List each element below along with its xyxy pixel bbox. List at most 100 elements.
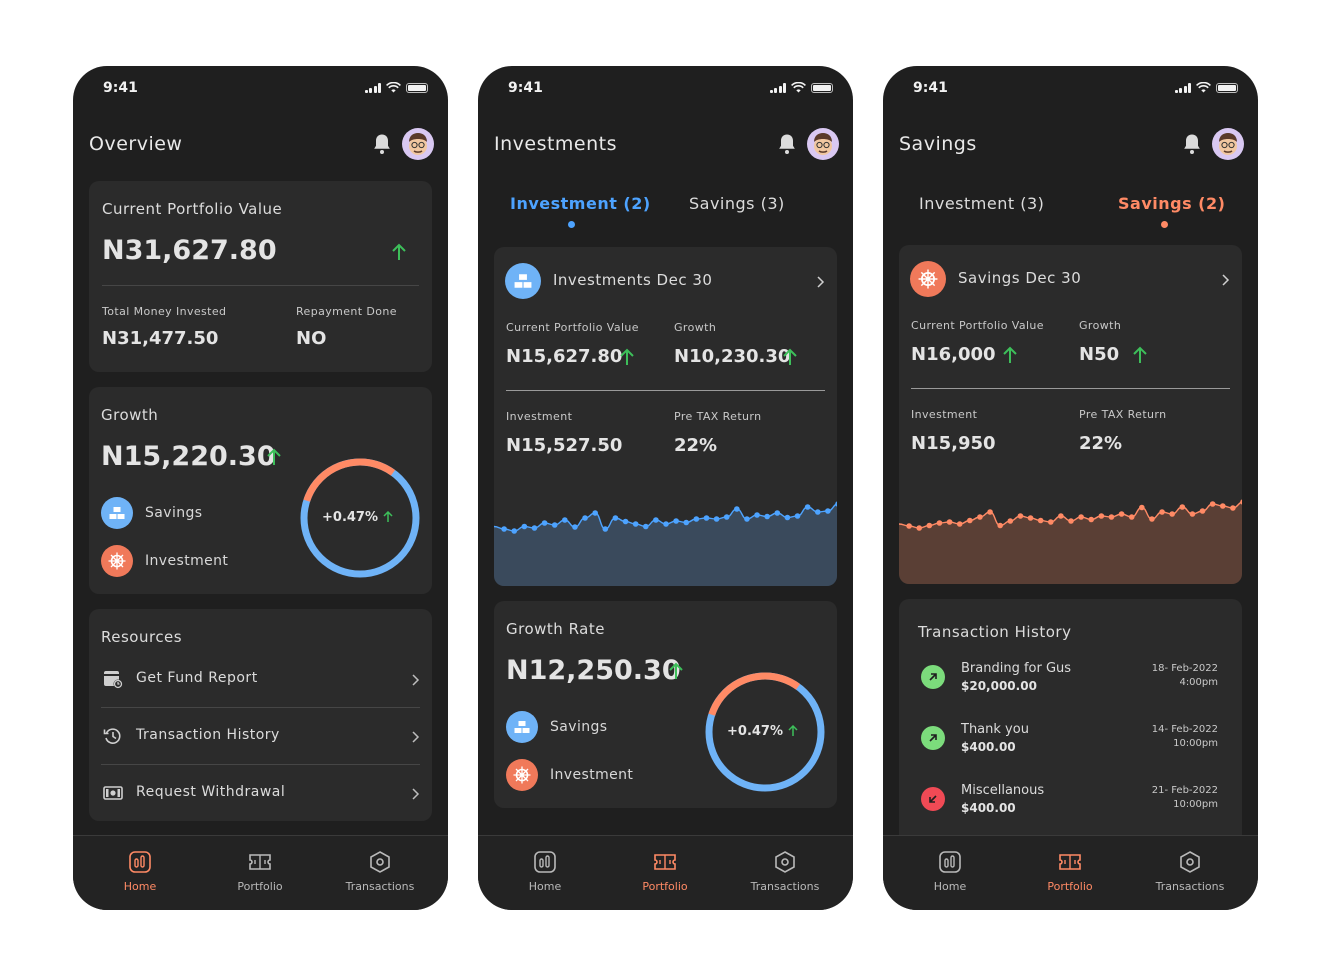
home-chart-icon (939, 851, 961, 873)
transaction-time: 4:00pm (1179, 677, 1218, 688)
savings-legend-label: Savings (145, 505, 203, 521)
nav-label: Portfolio (642, 880, 688, 893)
nav-transactions[interactable]: Transactions (725, 850, 845, 893)
bottom-nav: Home Portfolio Transactions (883, 835, 1258, 910)
bell-icon[interactable] (777, 133, 797, 155)
chart-point (1209, 501, 1216, 507)
page-title: Savings (899, 133, 977, 155)
transactions-hex-icon (775, 851, 795, 873)
chart-point (774, 510, 781, 516)
chart-point (956, 521, 963, 527)
growth-label: Growth (101, 406, 159, 424)
chart-point (987, 509, 993, 515)
nav-portfolio[interactable]: Portfolio (605, 850, 725, 893)
active-tab-indicator (568, 221, 575, 228)
chart-point (572, 524, 578, 530)
transaction-time: 10:00pm (1173, 799, 1218, 810)
chart-point (1027, 515, 1034, 521)
chart-point (1058, 513, 1064, 519)
history-title: Transaction History (918, 623, 1072, 641)
ship-wheel-icon (910, 261, 946, 297)
bell-icon[interactable] (1182, 133, 1202, 155)
nav-label: Home (528, 880, 562, 893)
transaction-date: 18- Feb-2022 (1151, 663, 1218, 674)
chart-point (602, 526, 609, 532)
chart-point (693, 516, 700, 522)
chart-point (926, 522, 933, 529)
donut-percent: +0.47% (727, 724, 783, 739)
chart-point (1199, 508, 1206, 514)
transaction-amount: $400.00 (961, 801, 1016, 815)
incoming-arrow-icon (921, 726, 945, 750)
tab-investment[interactable]: Investment (3) (919, 194, 1044, 213)
status-bar: 9:41 (73, 66, 448, 110)
chart-point (1047, 519, 1054, 525)
transaction-row[interactable]: Thank you $400.00 14- Feb-2022 10:00pm (899, 722, 1242, 766)
nav-transactions[interactable]: Transactions (1130, 850, 1250, 893)
investment-plan-card[interactable]: Investments Dec 30 Current Portfolio Val… (494, 247, 837, 586)
chart-point (1068, 518, 1074, 524)
gold-bars-icon (506, 711, 538, 743)
chart-point (1118, 511, 1125, 517)
growth-up-icon (1003, 346, 1017, 363)
growth-rate-value: N12,250.30 (506, 655, 681, 686)
growth-up-icon (783, 348, 797, 365)
tab-savings[interactable]: Savings (2) (1118, 194, 1225, 213)
transaction-row[interactable]: Miscellanous $400.00 21- Feb-2022 10:00p… (899, 783, 1242, 827)
chart-point (673, 518, 679, 524)
chart-point (713, 516, 720, 522)
incoming-arrow-icon (921, 665, 945, 689)
divider (101, 764, 420, 765)
wifi-icon (386, 82, 401, 93)
chart-point (967, 517, 973, 524)
nav-label: Portfolio (1047, 880, 1093, 893)
chart-point (1159, 509, 1165, 515)
chevron-right-icon (817, 276, 825, 288)
pretax-value: 22% (1079, 433, 1123, 454)
resources-card: Resources Get Fund Report Transaction Hi… (89, 609, 432, 821)
resource-get-fund-report[interactable]: Get Fund Report (89, 659, 432, 699)
resource-request-withdrawal[interactable]: Request Withdrawal (89, 773, 432, 813)
nav-home[interactable]: Home (80, 850, 200, 893)
chart-point (632, 521, 639, 527)
transaction-row[interactable]: Branding for Gus $20,000.00 18- Feb-2022… (899, 661, 1242, 705)
investment-label: Investment (911, 408, 978, 421)
tab-savings[interactable]: Savings (3) (689, 194, 785, 213)
nav-home[interactable]: Home (890, 850, 1010, 893)
transactions-hex-icon (370, 851, 390, 873)
transactions-hex-icon (1180, 851, 1200, 873)
transaction-history-card: Transaction History Branding for Gus $20… (899, 599, 1242, 849)
portfolio-ticket-icon (249, 854, 271, 870)
fund-report-icon (104, 671, 123, 689)
nav-portfolio[interactable]: Portfolio (200, 850, 320, 893)
gold-bars-icon (101, 497, 133, 529)
resource-transaction-history[interactable]: Transaction History (89, 716, 432, 756)
nav-label: Home (933, 880, 967, 893)
avatar[interactable] (1212, 128, 1244, 160)
savings-area-chart (899, 499, 1242, 584)
investment-area-chart (494, 501, 837, 586)
growth-value: N10,230.30 (674, 346, 791, 367)
chart-point (1230, 505, 1236, 511)
avatar[interactable] (807, 128, 839, 160)
page-title: Overview (89, 133, 183, 155)
tab-investment[interactable]: Investment (2) (510, 194, 651, 213)
plan-name: Savings Dec 30 (958, 269, 1082, 287)
nav-portfolio[interactable]: Portfolio (1010, 850, 1130, 893)
donut-percent: +0.47% (322, 510, 378, 525)
nav-transactions[interactable]: Transactions (320, 850, 440, 893)
savings-plan-card[interactable]: Savings Dec 30 Current Portfolio Value N… (899, 245, 1242, 584)
chart-point (511, 528, 518, 534)
chart-point (1179, 504, 1186, 510)
chart-point (734, 506, 740, 512)
chart-point (825, 508, 831, 514)
bell-icon[interactable] (372, 133, 392, 155)
chart-point (804, 504, 811, 510)
chart-point (541, 520, 548, 526)
divider (101, 707, 420, 708)
growth-card: Growth N15,220.30 Savings Investment +0.… (89, 387, 432, 594)
avatar[interactable] (402, 128, 434, 160)
transaction-date: 14- Feb-2022 (1151, 724, 1218, 735)
chart-point (531, 525, 538, 531)
nav-home[interactable]: Home (485, 850, 605, 893)
